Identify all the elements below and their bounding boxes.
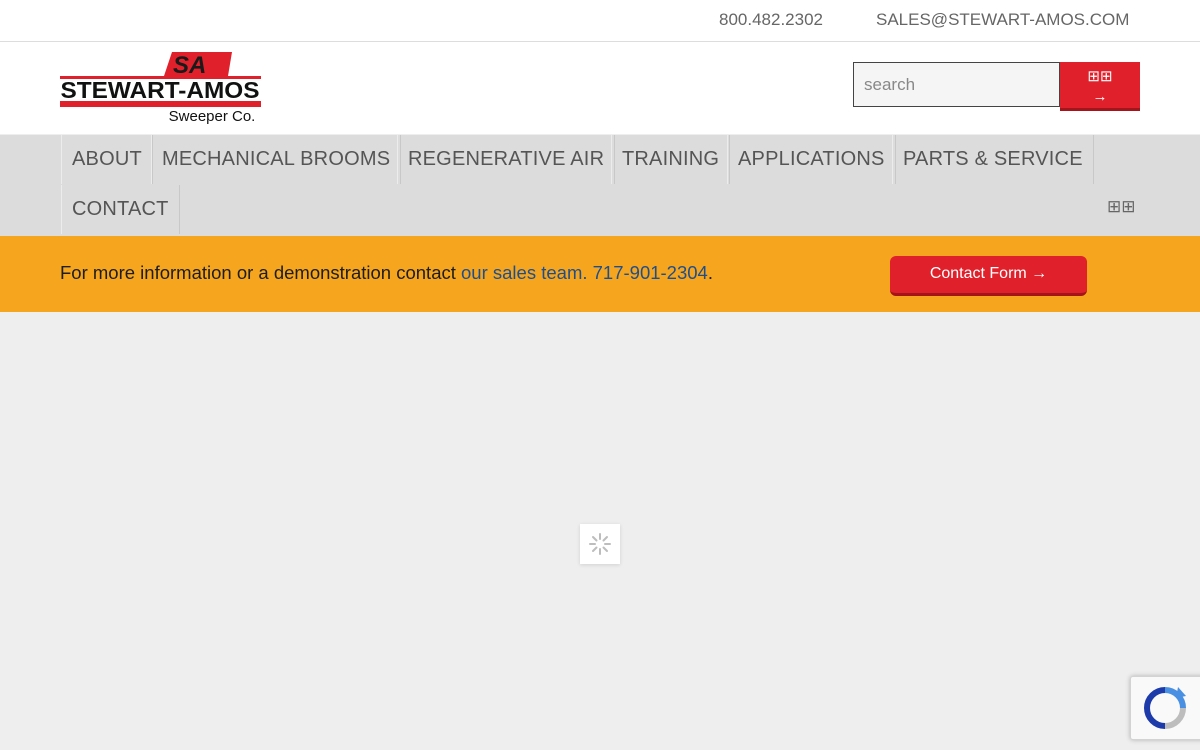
- nav-item-about[interactable]: ABOUT: [61, 135, 153, 184]
- logo-graphic: SA STEWART-AMOS Sweeper Co.: [60, 52, 261, 125]
- sales-team-link[interactable]: our sales team. 717-901-2304: [461, 262, 708, 283]
- main-content: [0, 312, 1200, 750]
- contact-form-button[interactable]: Contact Form →: [890, 256, 1087, 296]
- stewart-amos-logo[interactable]: SA STEWART-AMOS Sweeper Co.: [60, 52, 261, 125]
- nav-item-applications[interactable]: APPLICATIONS: [727, 135, 896, 184]
- recaptcha-icon: [1143, 687, 1186, 729]
- logo-tagline: Sweeper Co.: [169, 108, 256, 124]
- banner-text-lead: For more information or a demonstration …: [60, 262, 462, 283]
- recaptcha-badge[interactable]: [1130, 676, 1200, 740]
- search-icon: ⊞⊞: [1087, 68, 1113, 85]
- nav-item-regenerative-air[interactable]: REGENERATIVE AIR: [397, 135, 616, 184]
- spinner-icon: [589, 533, 611, 555]
- nav-item-training[interactable]: TRAINING: [611, 135, 731, 184]
- banner-message: For more information or a demonstration …: [60, 262, 713, 284]
- nav-item-parts-service[interactable]: PARTS & SERVICE: [892, 135, 1094, 184]
- main-navigation: ABOUT MECHANICAL BROOMS REGENERATIVE AIR…: [0, 135, 1200, 236]
- arrow-right-icon: →: [1092, 88, 1108, 105]
- info-banner: For more information or a demonstration …: [0, 236, 1200, 312]
- phone-link[interactable]: 800.482.2302: [719, 10, 823, 30]
- banner-text-end: .: [707, 262, 713, 283]
- search-button[interactable]: ⊞⊞ →: [1060, 62, 1140, 111]
- logo-monogram: SA: [173, 52, 206, 79]
- email-link[interactable]: SALES@STEWART-AMOS.COM: [876, 10, 1129, 30]
- loading-spinner: [580, 524, 620, 564]
- menu-grid-icon[interactable]: ⊞⊞: [1107, 197, 1136, 217]
- site-header: SA STEWART-AMOS Sweeper Co. ⊞⊞ →: [0, 42, 1200, 134]
- search-input[interactable]: [853, 62, 1060, 107]
- nav-item-contact[interactable]: CONTACT: [61, 185, 180, 234]
- top-contact-bar: 800.482.2302 SALES@STEWART-AMOS.COM: [0, 0, 1200, 42]
- logo-wordmark: STEWART-AMOS: [61, 77, 260, 103]
- nav-item-mechanical-brooms[interactable]: MECHANICAL BROOMS: [151, 135, 402, 184]
